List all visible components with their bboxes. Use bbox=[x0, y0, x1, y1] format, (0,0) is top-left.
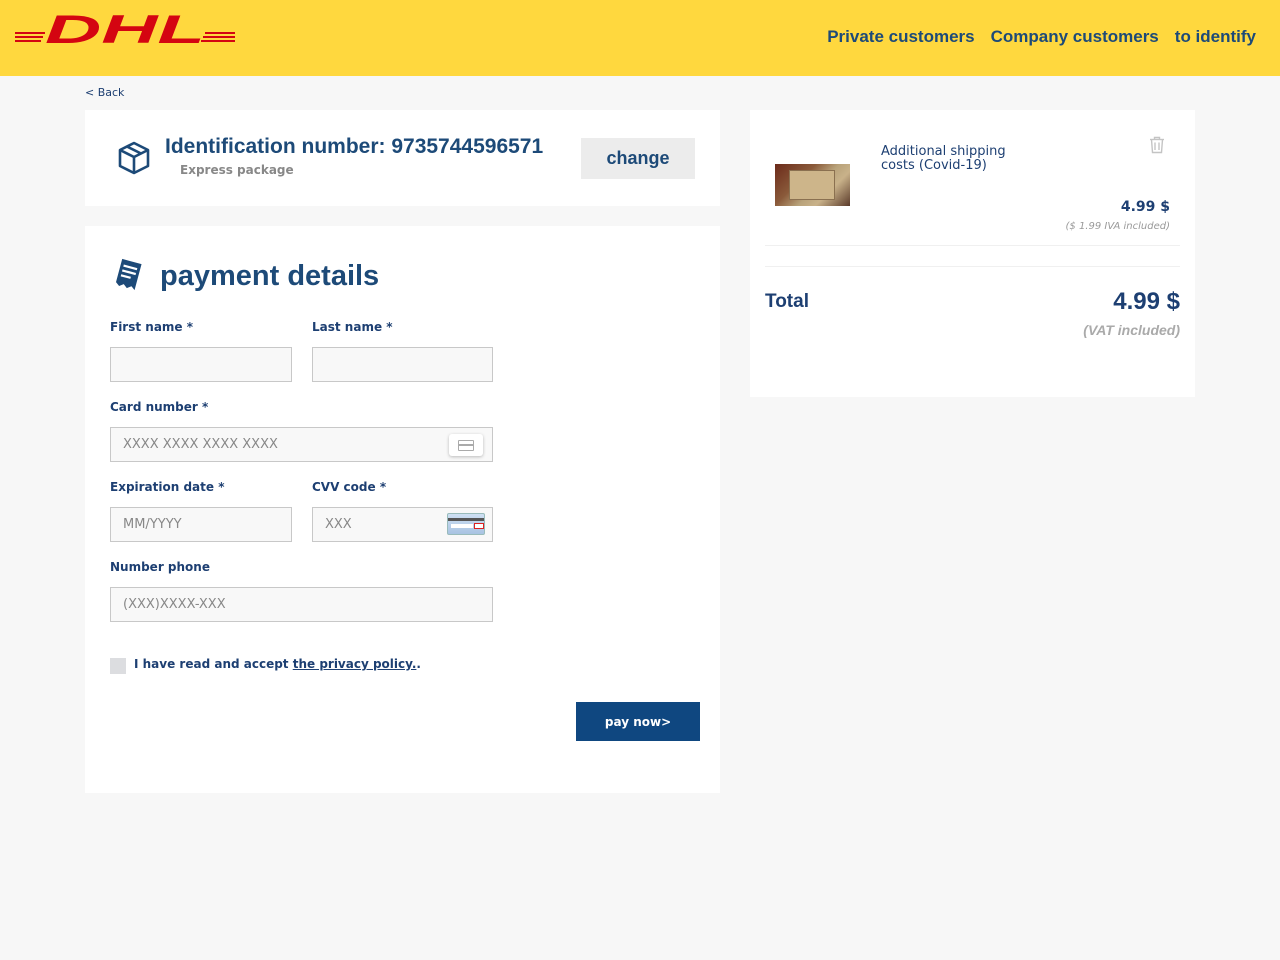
payment-card: payment details First name * Last name *… bbox=[85, 226, 720, 793]
card-number-input[interactable] bbox=[110, 427, 493, 462]
receipt-icon bbox=[116, 258, 142, 291]
trash-icon[interactable] bbox=[1149, 136, 1165, 154]
shipment-type: Express package bbox=[180, 163, 294, 177]
dhl-logo-text: DHL bbox=[45, 12, 205, 46]
expiration-date-input[interactable] bbox=[110, 507, 292, 542]
payment-title: payment details bbox=[160, 260, 380, 292]
consent-text: I have read and accept the privacy polic… bbox=[134, 657, 421, 671]
main-nav: Private customers Company customers to i… bbox=[827, 27, 1256, 47]
package-icon bbox=[118, 141, 150, 175]
cvv-label: CVV code * bbox=[312, 480, 387, 494]
privacy-policy-link[interactable]: the privacy policy. bbox=[293, 657, 417, 671]
phone-input[interactable] bbox=[110, 587, 493, 622]
last-name-label: Last name * bbox=[312, 320, 393, 334]
item-thumbnail bbox=[775, 164, 850, 206]
total-value: 4.99 $ bbox=[1113, 288, 1180, 315]
consent-suffix: . bbox=[416, 657, 421, 671]
identification-number: Identification number: 9735744596571 bbox=[165, 135, 544, 158]
first-name-label: First name * bbox=[110, 320, 194, 334]
consent-prefix: I have read and accept bbox=[134, 657, 293, 671]
shipment-card: Identification number: 9735744596571 Exp… bbox=[85, 110, 720, 206]
card-number-label: Card number * bbox=[110, 400, 209, 414]
last-name-input[interactable] bbox=[312, 347, 493, 382]
phone-label: Number phone bbox=[110, 560, 210, 574]
change-button[interactable]: change bbox=[581, 138, 695, 179]
nav-private-customers[interactable]: Private customers bbox=[827, 27, 974, 47]
cvv-card-back-icon bbox=[447, 513, 485, 535]
credit-card-icon bbox=[449, 434, 483, 456]
pay-now-button[interactable]: pay now> bbox=[576, 702, 700, 741]
dhl-logo[interactable]: DHL bbox=[15, 12, 235, 46]
header-bar: DHL Private customers Company customers … bbox=[0, 0, 1280, 76]
first-name-input[interactable] bbox=[110, 347, 292, 382]
item-name: Additional shipping costs (Covid-19) bbox=[881, 144, 1006, 173]
expiration-date-label: Expiration date * bbox=[110, 480, 225, 494]
total-label: Total bbox=[765, 291, 809, 312]
divider bbox=[765, 266, 1180, 267]
item-price: 4.99 $ bbox=[1120, 199, 1170, 215]
nav-company-customers[interactable]: Company customers bbox=[991, 27, 1159, 47]
back-link[interactable]: < Back bbox=[85, 86, 124, 99]
privacy-checkbox[interactable] bbox=[110, 658, 126, 674]
nav-to-identify[interactable]: to identify bbox=[1175, 27, 1256, 47]
total-vat-note: (VAT included) bbox=[1083, 322, 1180, 338]
item-vat-note: ($ 1.99 IVA included) bbox=[1065, 221, 1171, 232]
divider bbox=[765, 245, 1180, 246]
order-summary: Additional shipping costs (Covid-19) 4.9… bbox=[750, 110, 1195, 397]
